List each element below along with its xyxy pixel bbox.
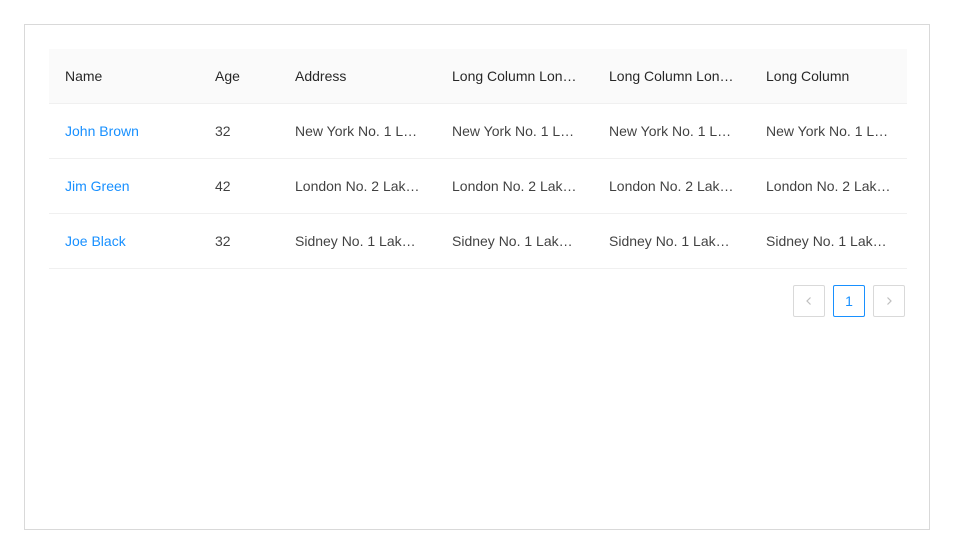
table-row: Jim Green 42 London No. 2 Lake Park Lond…	[49, 158, 907, 214]
chevron-left-icon	[804, 296, 814, 306]
column-header-name: Name	[49, 49, 199, 104]
cell-long-1: London No. 2 Lake Park	[436, 158, 593, 214]
cell-long-3: London No. 2 Lake Park	[750, 158, 907, 214]
chevron-right-icon	[884, 296, 894, 306]
name-link[interactable]: Jim Green	[65, 178, 130, 194]
cell-age: 32	[199, 213, 279, 269]
cell-age: 42	[199, 158, 279, 214]
name-link[interactable]: John Brown	[65, 123, 139, 139]
cell-name: Jim Green	[49, 158, 199, 214]
table-header-row: Name Age Address Long Column Long Column…	[49, 49, 907, 104]
cell-long-3: New York No. 1 Lake Park	[750, 103, 907, 159]
cell-address: Sidney No. 1 Lake Park	[279, 213, 436, 269]
page-1-button[interactable]: 1	[833, 285, 865, 317]
cell-name: John Brown	[49, 103, 199, 159]
table-wrapper: Name Age Address Long Column Long Column…	[49, 49, 907, 269]
cell-address: London No. 2 Lake Park	[279, 158, 436, 214]
cell-name: Joe Black	[49, 213, 199, 269]
prev-page-button[interactable]	[793, 285, 825, 317]
cell-long-3: Sidney No. 1 Lake Park	[750, 213, 907, 269]
cell-age: 32	[199, 103, 279, 159]
cell-long-1: Sidney No. 1 Lake Park	[436, 213, 593, 269]
data-table: Name Age Address Long Column Long Column…	[49, 49, 907, 269]
column-header-age: Age	[199, 49, 279, 104]
cell-long-2: London No. 2 Lake Park	[593, 158, 750, 214]
column-header-address: Address	[279, 49, 436, 104]
table-container: Name Age Address Long Column Long Column…	[24, 24, 930, 530]
column-header-long-3: Long Column	[750, 49, 907, 104]
column-header-long-1: Long Column Long Column Long Column	[436, 49, 593, 104]
cell-long-1: New York No. 1 Lake Park	[436, 103, 593, 159]
next-page-button[interactable]	[873, 285, 905, 317]
cell-long-2: New York No. 1 Lake Park	[593, 103, 750, 159]
name-link[interactable]: Joe Black	[65, 233, 126, 249]
cell-long-2: Sidney No. 1 Lake Park	[593, 213, 750, 269]
pagination: 1	[793, 285, 905, 317]
table-row: John Brown 32 New York No. 1 Lake Park N…	[49, 103, 907, 159]
table-row: Joe Black 32 Sidney No. 1 Lake Park Sidn…	[49, 213, 907, 269]
cell-address: New York No. 1 Lake Park	[279, 103, 436, 159]
column-header-long-2: Long Column Long Column	[593, 49, 750, 104]
